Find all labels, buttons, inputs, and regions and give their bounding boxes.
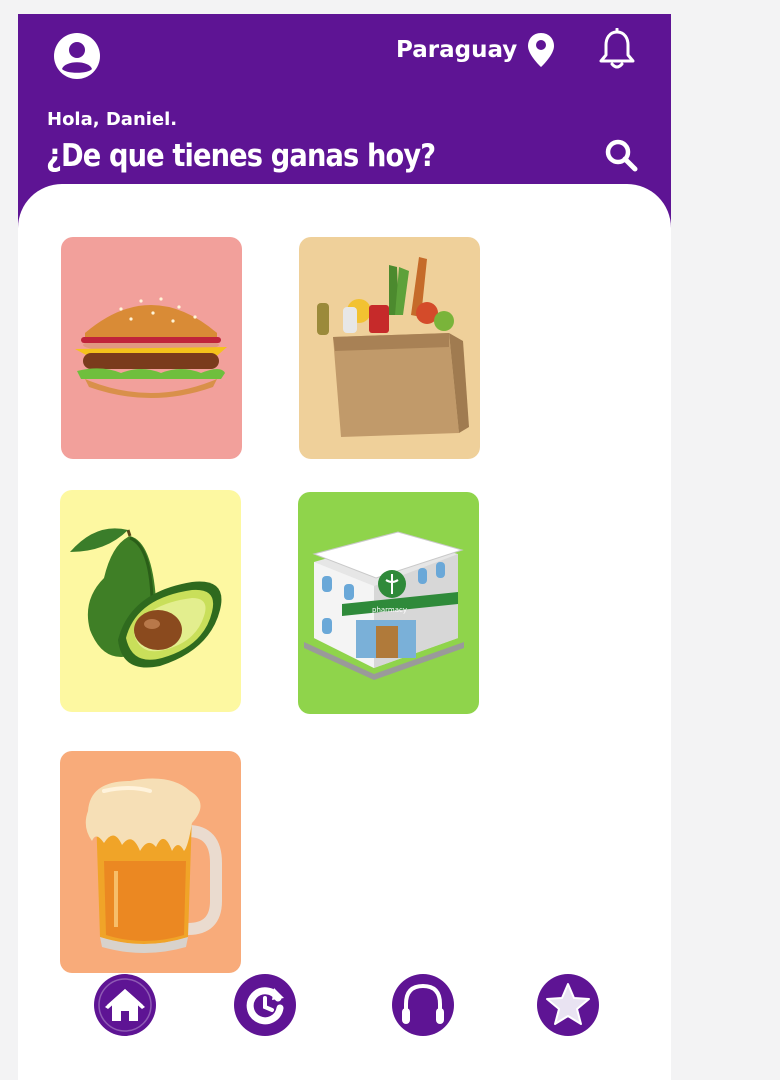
category-tile-grocery[interactable] [299, 237, 480, 459]
home-icon [95, 975, 155, 1035]
location-pin-icon [528, 33, 555, 67]
pharmacy-sign-text: pharmacy [372, 606, 407, 614]
category-tile-beer[interactable] [60, 751, 241, 973]
nav-support[interactable] [392, 974, 454, 1036]
page-title: ¿De que tienes ganas hoy? [46, 138, 436, 174]
grocery-bag-icon [317, 257, 469, 437]
category-tile-avocado[interactable] [60, 490, 241, 712]
nav-favorites[interactable] [537, 974, 599, 1036]
avocado-icon [70, 528, 222, 668]
category-panel: pharmacy [18, 184, 671, 1080]
search-icon[interactable] [604, 138, 638, 172]
burger-icon [75, 297, 227, 398]
beer-mug-icon [85, 778, 222, 953]
location-selector[interactable]: Paraguay [396, 30, 555, 70]
history-icon [235, 975, 295, 1035]
star-icon [538, 975, 598, 1035]
location-label: Paraguay [396, 37, 518, 63]
app-screen: Paraguay Hola, Daniel. ¿De que tienes ga… [18, 14, 671, 1080]
category-tile-burger[interactable] [61, 237, 242, 459]
nav-home[interactable] [94, 974, 156, 1036]
category-tile-pharmacy[interactable]: pharmacy [298, 492, 479, 714]
headset-icon [393, 975, 453, 1035]
pharmacy-building-icon: pharmacy [304, 531, 464, 680]
greeting: Hola, Daniel. [47, 109, 178, 130]
nav-history[interactable] [234, 974, 296, 1036]
bell-icon[interactable] [598, 28, 636, 70]
profile-icon[interactable] [53, 32, 101, 80]
